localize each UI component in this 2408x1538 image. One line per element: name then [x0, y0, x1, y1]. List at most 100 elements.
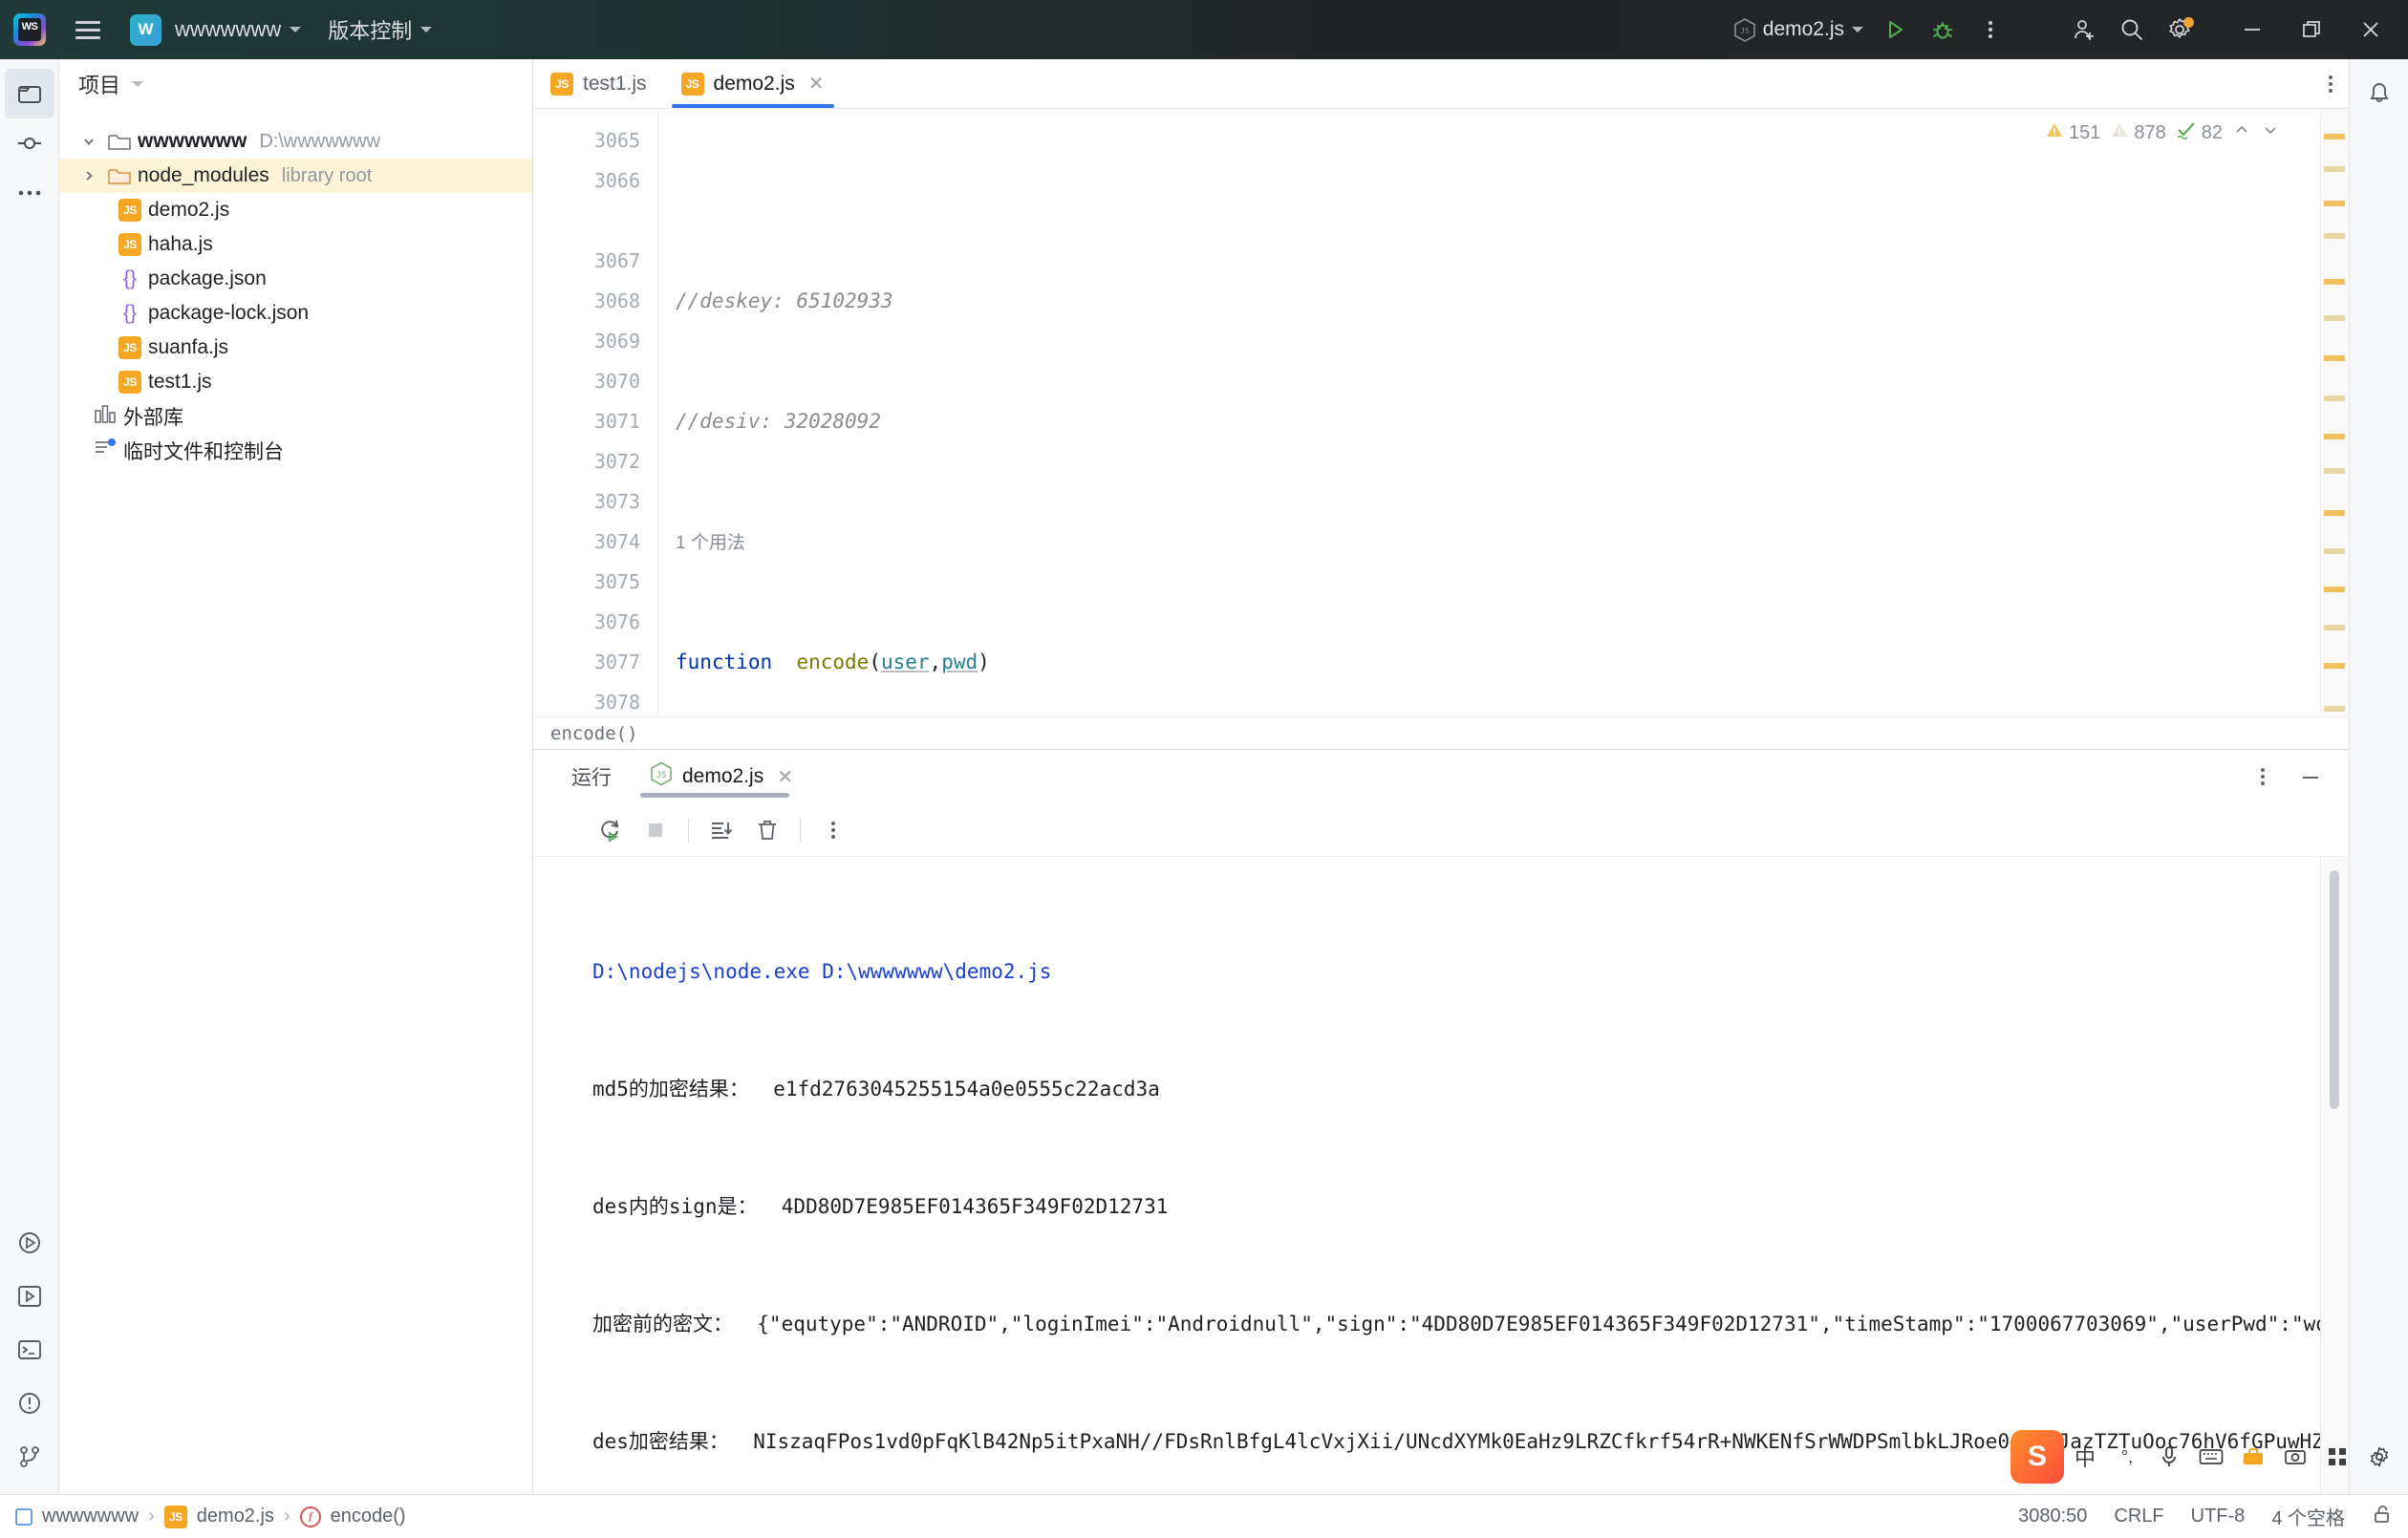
run-toolbar-more-button[interactable] [812, 809, 854, 851]
breadcrumb-module-label[interactable]: wwwwwww [42, 1506, 139, 1527]
close-icon[interactable] [2341, 0, 2400, 59]
js-file-icon: JS [163, 1505, 187, 1528]
line-number: 3070 [593, 370, 640, 393]
gear-icon[interactable] [2156, 9, 2204, 51]
chevron-up-icon[interactable] [2232, 120, 2251, 145]
code-line: //desiv: 32028092 [676, 401, 2349, 441]
folder-orange-icon [108, 167, 131, 185]
breadcrumb-separator: › [148, 1506, 155, 1527]
run-play-icon[interactable] [5, 1271, 54, 1321]
tree-node-node-modules[interactable]: node_modules library root [59, 159, 532, 193]
chinese-mode-button[interactable]: 中 [2064, 1433, 2106, 1481]
microphone-icon[interactable] [2148, 1433, 2190, 1481]
line-number-gutter: 3065 3066 3067 3068 3069 3070 3071 3072 … [533, 109, 657, 749]
settings-icon[interactable] [2358, 1433, 2400, 1481]
sogou-input-icon[interactable]: S [2010, 1430, 2064, 1484]
tree-node-scratches-consoles[interactable]: 临时文件和控制台 [59, 434, 532, 468]
code-usage-hint[interactable]: 1 个用法 [676, 522, 2349, 562]
inspection-ok-count[interactable]: 82 [2176, 120, 2223, 145]
screenshot-icon[interactable] [2274, 1433, 2316, 1481]
breadcrumb-separator: › [283, 1506, 290, 1527]
apps-icon[interactable] [2316, 1433, 2358, 1481]
rerun-icon[interactable] [589, 809, 631, 851]
punctuation-button[interactable]: °, [2106, 1433, 2148, 1481]
breadcrumb-file-label[interactable]: demo2.js [197, 1506, 274, 1527]
title-bar: WS W wwwwwww 版本控制 JS demo2.js [0, 0, 2408, 59]
line-separator-label[interactable]: CRLF [2114, 1506, 2163, 1527]
scroll-to-end-icon[interactable] [700, 809, 742, 851]
run-panel-more-button[interactable] [2242, 756, 2284, 798]
minimize-icon[interactable] [2223, 0, 2282, 59]
project-panel-title: 项目 [78, 74, 121, 97]
tool-window-more[interactable] [5, 168, 54, 218]
warnings-count[interactable]: 151 [2045, 120, 2100, 145]
project-name-label: wwwwwww [175, 17, 282, 41]
editor-area[interactable]: 151 878 82 3065 3066 3067 3068 3069 3070… [533, 109, 2349, 749]
tree-node-package-json[interactable]: {} package.json [59, 262, 532, 296]
close-icon[interactable]: ✕ [808, 72, 825, 96]
tree-node-haha-js[interactable]: JS haha.js [59, 227, 532, 262]
editor-tab-demo2-js[interactable]: JS demo2.js ✕ [664, 59, 842, 108]
more-actions-button[interactable] [1967, 9, 2014, 51]
toolbox-icon[interactable] [2232, 1433, 2274, 1481]
chevron-down-icon[interactable] [76, 135, 101, 148]
trash-icon[interactable] [746, 809, 788, 851]
code-text: //desiv: 32028092 [676, 410, 881, 433]
code-editor[interactable]: 3065 3066 3067 3068 3069 3070 3071 3072 … [533, 109, 2349, 749]
code-lines[interactable]: //deskey: 65102933 //desiv: 32028092 1 个… [657, 109, 2349, 749]
keyboard-icon[interactable] [2190, 1433, 2232, 1481]
unlocked-icon[interactable] [2372, 1504, 2393, 1530]
editor-breadcrumb-label: encode() [550, 722, 638, 744]
hamburger-menu-icon[interactable] [63, 11, 113, 49]
restore-icon[interactable] [2282, 0, 2341, 59]
weak-warnings-count[interactable]: 878 [2110, 120, 2166, 145]
caret-position-label[interactable]: 3080:50 [2018, 1506, 2087, 1527]
run-configuration-selector[interactable]: JS demo2.js [1731, 17, 1871, 42]
breadcrumb-function-label[interactable]: encode() [331, 1506, 406, 1527]
chevron-down-icon[interactable] [2261, 120, 2280, 145]
tree-node-test1-js[interactable]: JS test1.js [59, 365, 532, 399]
console-line: des内的sign是： 4DD80D7E985EF014365F349F02D1… [592, 1195, 1169, 1218]
editor-scroll-map[interactable] [2320, 109, 2349, 749]
run-tool-icon[interactable] [5, 1218, 54, 1268]
indent-label[interactable]: 4 个空格 [2271, 1503, 2345, 1530]
run-button[interactable] [1871, 9, 1919, 51]
editor-breadcrumb[interactable]: encode() [533, 716, 2349, 749]
minimize-panel-icon[interactable] [2290, 756, 2332, 798]
tree-node-wwwwwww[interactable]: wwwwwww D:\wwwwwww [59, 124, 532, 159]
project-name-dropdown[interactable]: wwwwwww [161, 11, 314, 49]
code-line: //deskey: 65102933 [676, 281, 2349, 321]
weak-warnings-label: 878 [2134, 121, 2166, 143]
js-file-icon: JS [118, 336, 141, 359]
tree-node-suanfa-js[interactable]: JS suanfa.js [59, 331, 532, 365]
run-panel-tab-run[interactable]: 运行 [552, 750, 631, 803]
tree-node-external-libraries[interactable]: 外部库 [59, 399, 532, 434]
search-icon[interactable] [2108, 9, 2156, 51]
editor-tab-test1-js[interactable]: JS test1.js [533, 59, 664, 108]
stop-icon[interactable] [634, 809, 677, 851]
inspections-widget[interactable]: 151 878 82 [2045, 120, 2280, 145]
console-output[interactable]: D:\nodejs\node.exe D:\wwwwwww\demo2.js m… [533, 857, 2349, 1494]
editor-tabs-more-button[interactable] [2328, 59, 2349, 108]
console-scrollbar[interactable] [2330, 870, 2339, 1109]
line-number: 3069 [593, 330, 640, 352]
add-account-icon[interactable] [2060, 9, 2108, 51]
close-icon[interactable]: ✕ [777, 765, 793, 789]
terminal-icon[interactable] [5, 1325, 54, 1375]
tree-node-package-lock-json[interactable]: {} package-lock.json [59, 296, 532, 331]
tool-window-commit[interactable] [5, 118, 54, 168]
tool-window-project[interactable] [4, 69, 54, 118]
chevron-right-icon[interactable] [76, 169, 101, 182]
problems-icon[interactable] [5, 1378, 54, 1428]
run-panel-tab-demo2-js[interactable]: JS demo2.js ✕ [631, 750, 812, 803]
chevron-down-icon [290, 27, 302, 32]
line-number: 3065 [593, 129, 640, 152]
vcs-dropdown[interactable]: 版本控制 [314, 11, 445, 49]
encoding-label[interactable]: UTF-8 [2191, 1506, 2246, 1527]
notifications-bell-icon[interactable] [2354, 69, 2404, 118]
line-number: 3066 [593, 169, 640, 192]
tree-node-demo2-js[interactable]: JS demo2.js [59, 193, 532, 227]
project-panel-header[interactable]: 项目 [59, 59, 532, 109]
debug-button[interactable] [1919, 9, 1967, 51]
version-control-icon[interactable] [5, 1432, 54, 1482]
